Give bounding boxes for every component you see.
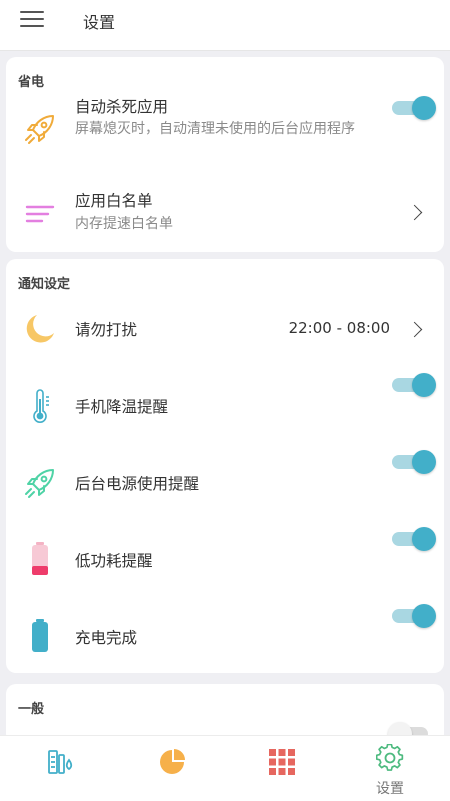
- do-not-disturb-title: 请勿打扰: [75, 321, 138, 339]
- low-power-reminder-toggle[interactable]: [392, 527, 436, 551]
- background-power-reminder-title: 后台电源使用提醒: [75, 475, 200, 493]
- phone-cooling-reminder-title: 手机降温提醒: [75, 398, 169, 416]
- low-power-reminder-row[interactable]: 低功耗提醒: [6, 527, 444, 588]
- pie-chart-icon: [160, 749, 185, 774]
- tab-settings[interactable]: 设置: [334, 736, 446, 801]
- section-title-general: 一般: [18, 702, 45, 717]
- rocket-icon: [25, 115, 54, 144]
- chevron-right-icon: [406, 204, 423, 221]
- auto-kill-apps-subtitle: 屏幕熄灭时，自动清理未使用的后台应用程序: [75, 121, 355, 137]
- thermometer-icon: [33, 389, 49, 423]
- section-title-notify: 通知设定: [18, 277, 71, 292]
- menu-icon[interactable]: [20, 10, 46, 30]
- tab-settings-label: 设置: [376, 781, 404, 797]
- charge-complete-title: 充电完成: [75, 629, 138, 647]
- power-saving-card: 省电 自动杀死应用 屏幕熄灭时，自动清理未使用的后台应用程序 应用白名单 内存提…: [6, 57, 444, 252]
- apps-grid-icon: [269, 749, 295, 775]
- app-whitelist-subtitle: 内存提速白名单: [75, 216, 173, 232]
- rocket-icon: [25, 469, 54, 498]
- notification-settings-card: 通知设定 请勿打扰 22:00 - 08:00 手机降温提醒 后台电源使用提醒 …: [6, 259, 444, 673]
- moon-icon: [26, 315, 54, 343]
- page-title: 设置: [83, 13, 116, 32]
- auto-kill-apps-row[interactable]: 自动杀死应用 屏幕熄灭时，自动清理未使用的后台应用程序: [6, 91, 444, 171]
- auto-kill-apps-title: 自动杀死应用: [75, 98, 169, 116]
- charge-complete-row[interactable]: 充电完成: [6, 604, 444, 665]
- phone-cooling-reminder-row[interactable]: 手机降温提醒: [6, 373, 444, 434]
- background-power-reminder-toggle[interactable]: [392, 450, 436, 474]
- app-whitelist-title: 应用白名单: [75, 192, 153, 210]
- gear-icon: [376, 744, 404, 771]
- full-battery-icon: [32, 619, 48, 652]
- phone-cooling-reminder-toggle[interactable]: [392, 373, 436, 397]
- tab-battery-tools[interactable]: [4, 736, 116, 801]
- whitelist-icon: [25, 205, 55, 223]
- app-whitelist-row[interactable]: 应用白名单 内存提速白名单: [6, 185, 444, 241]
- background-power-reminder-row[interactable]: 后台电源使用提醒: [6, 450, 444, 511]
- bottom-nav: 设置: [0, 735, 450, 801]
- charge-complete-toggle[interactable]: [392, 604, 436, 628]
- battery-tools-icon: [48, 750, 73, 774]
- top-bar: 设置: [0, 0, 450, 51]
- tab-statistics[interactable]: [116, 736, 228, 801]
- tab-apps[interactable]: [226, 736, 338, 801]
- low-battery-icon: [32, 542, 48, 575]
- do-not-disturb-row[interactable]: 请勿打扰 22:00 - 08:00: [6, 307, 444, 351]
- section-title-power: 省电: [18, 75, 45, 90]
- chevron-right-icon: [406, 321, 423, 338]
- auto-kill-apps-toggle[interactable]: [392, 96, 436, 120]
- low-power-reminder-title: 低功耗提醒: [75, 552, 153, 570]
- do-not-disturb-time: 22:00 - 08:00: [288, 319, 390, 337]
